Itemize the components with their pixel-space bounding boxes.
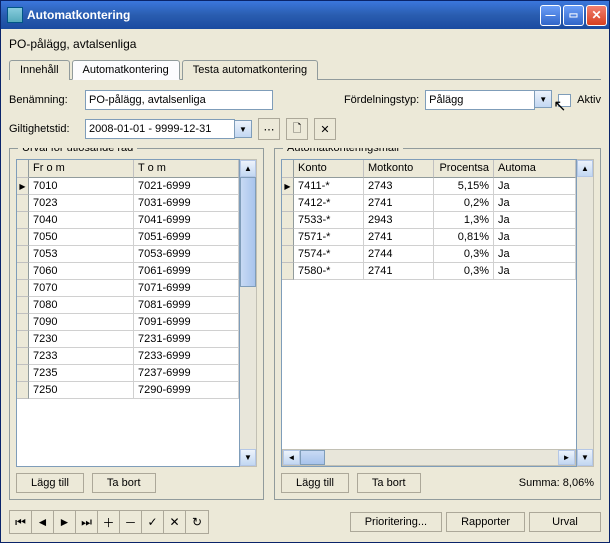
close-button[interactable]: ✕ [586,5,607,26]
right-add-button[interactable]: Lägg till [281,473,349,493]
right-panel: Automatkonteringsmall Konto Motkonto Pro… [274,148,601,500]
benamning-input[interactable] [85,90,273,110]
label-fordelningstyp: Fördelningstyp: [344,94,419,106]
right-panel-title: Automatkonteringsmall [283,148,403,154]
rapporter-button[interactable]: Rapporter [446,512,525,532]
nav-add-icon[interactable]: ＋ [98,511,120,533]
aktiv-checkbox[interactable] [558,94,571,107]
tab-bar: Innehåll Automatkontering Testa automatk… [9,59,601,80]
table-row[interactable]: 70407041-6999 [17,212,239,229]
record-navigator: ⏮ ◄ ► ⏭ ＋ － ✓ ✕ ↻ [9,510,209,534]
ellipsis-button[interactable]: ⋯ [258,118,280,140]
table-row[interactable]: 70607061-6999 [17,263,239,280]
scroll-down-icon[interactable]: ▼ [577,449,593,466]
col-motkonto[interactable]: Motkonto [364,160,434,178]
nav-first-icon[interactable]: ⏮ [10,511,32,533]
table-row[interactable]: 70807081-6999 [17,297,239,314]
nav-last-icon[interactable]: ⏭ [76,511,98,533]
left-panel-title: Urval för utlösande rad [18,148,137,154]
urval-button[interactable]: Urval [529,512,601,532]
col-to[interactable]: T o m [134,160,239,178]
col-konto[interactable]: Konto [294,160,364,178]
left-remove-button[interactable]: Ta bort [92,473,156,493]
label-benamning: Benämning: [9,94,79,106]
scroll-left-icon[interactable]: ◄ [283,450,300,465]
nav-prev-icon[interactable]: ◄ [32,511,54,533]
nav-del-icon[interactable]: － [120,511,142,533]
scroll-up-icon[interactable]: ▲ [577,160,593,177]
giltighetstid-combo[interactable]: ▼ [85,119,252,139]
scroll-down-icon[interactable]: ▼ [240,449,256,466]
nav-cancel-icon[interactable]: ✕ [164,511,186,533]
nav-ok-icon[interactable]: ✓ [142,511,164,533]
label-aktiv: Aktiv [577,94,601,106]
nav-next-icon[interactable]: ► [54,511,76,533]
tab-testa[interactable]: Testa automatkontering [182,60,318,80]
table-row[interactable]: 7412-*27410,2%Ja [282,195,576,212]
tab-automatkontering[interactable]: Automatkontering [72,60,180,80]
app-icon [7,7,23,23]
right-remove-button[interactable]: Ta bort [357,473,421,493]
vscrollbar[interactable]: ▲ ▼ [240,159,257,467]
table-row[interactable]: 72507290-6999 [17,382,239,399]
table-row[interactable]: ▶70107021-6999 [17,178,239,195]
label-giltighetstid: Giltighetstid: [9,123,79,135]
tab-innehall[interactable]: Innehåll [9,60,70,80]
col-automat[interactable]: Automa [494,160,576,178]
table-row[interactable]: 70507051-6999 [17,229,239,246]
table-row[interactable]: 72307231-6999 [17,331,239,348]
table-row[interactable]: 7580-*27410,3%Ja [282,263,576,280]
delete-button[interactable]: ✕ [314,118,336,140]
maximize-button[interactable]: ▭ [563,5,584,26]
scroll-up-icon[interactable]: ▲ [240,160,256,177]
table-row[interactable]: 7571-*27410,81%Ja [282,229,576,246]
table-row[interactable]: 7533-*29431,3%Ja [282,212,576,229]
scroll-right-icon[interactable]: ► [558,450,575,465]
table-row[interactable]: ▶7411-*27435,15%Ja [282,178,576,195]
table-row[interactable]: 70237031-6999 [17,195,239,212]
fordelningstyp-select[interactable]: ▼ ↖ [425,90,552,110]
window-title: Automatkontering [27,8,540,22]
table-row[interactable]: 70907091-6999 [17,314,239,331]
summa-label: Summa: 8,06% [519,477,594,489]
left-grid[interactable]: Fr o m T o m ▶70107021-699970237031-6999… [16,159,240,467]
page-heading: PO-pålägg, avtalsenliga [9,35,601,55]
table-row[interactable]: 7574-*27440,3%Ja [282,246,576,263]
col-procent[interactable]: Procentsa [434,160,494,178]
chevron-down-icon[interactable]: ▼ [535,90,552,108]
left-panel: Urval för utlösande rad Fr o m T o m ▶70… [9,148,264,500]
chevron-down-icon[interactable]: ▼ [235,120,252,138]
new-button[interactable]: 🗋 [286,118,308,140]
col-from[interactable]: Fr o m [29,160,134,178]
prioritering-button[interactable]: Prioritering... [350,512,442,532]
table-row[interactable]: 72357237-6999 [17,365,239,382]
table-row[interactable]: 70707071-6999 [17,280,239,297]
nav-refresh-icon[interactable]: ↻ [186,511,208,533]
table-row[interactable]: 70537053-6999 [17,246,239,263]
vscrollbar[interactable]: ▲ ▼ [577,159,594,467]
left-add-button[interactable]: Lägg till [16,473,84,493]
minimize-button[interactable]: — [540,5,561,26]
table-row[interactable]: 72337233-6999 [17,348,239,365]
right-grid[interactable]: Konto Motkonto Procentsa Automa ▶7411-*2… [281,159,577,467]
titlebar: Automatkontering — ▭ ✕ [1,1,609,29]
hscrollbar[interactable]: ◄ ► [282,449,576,466]
